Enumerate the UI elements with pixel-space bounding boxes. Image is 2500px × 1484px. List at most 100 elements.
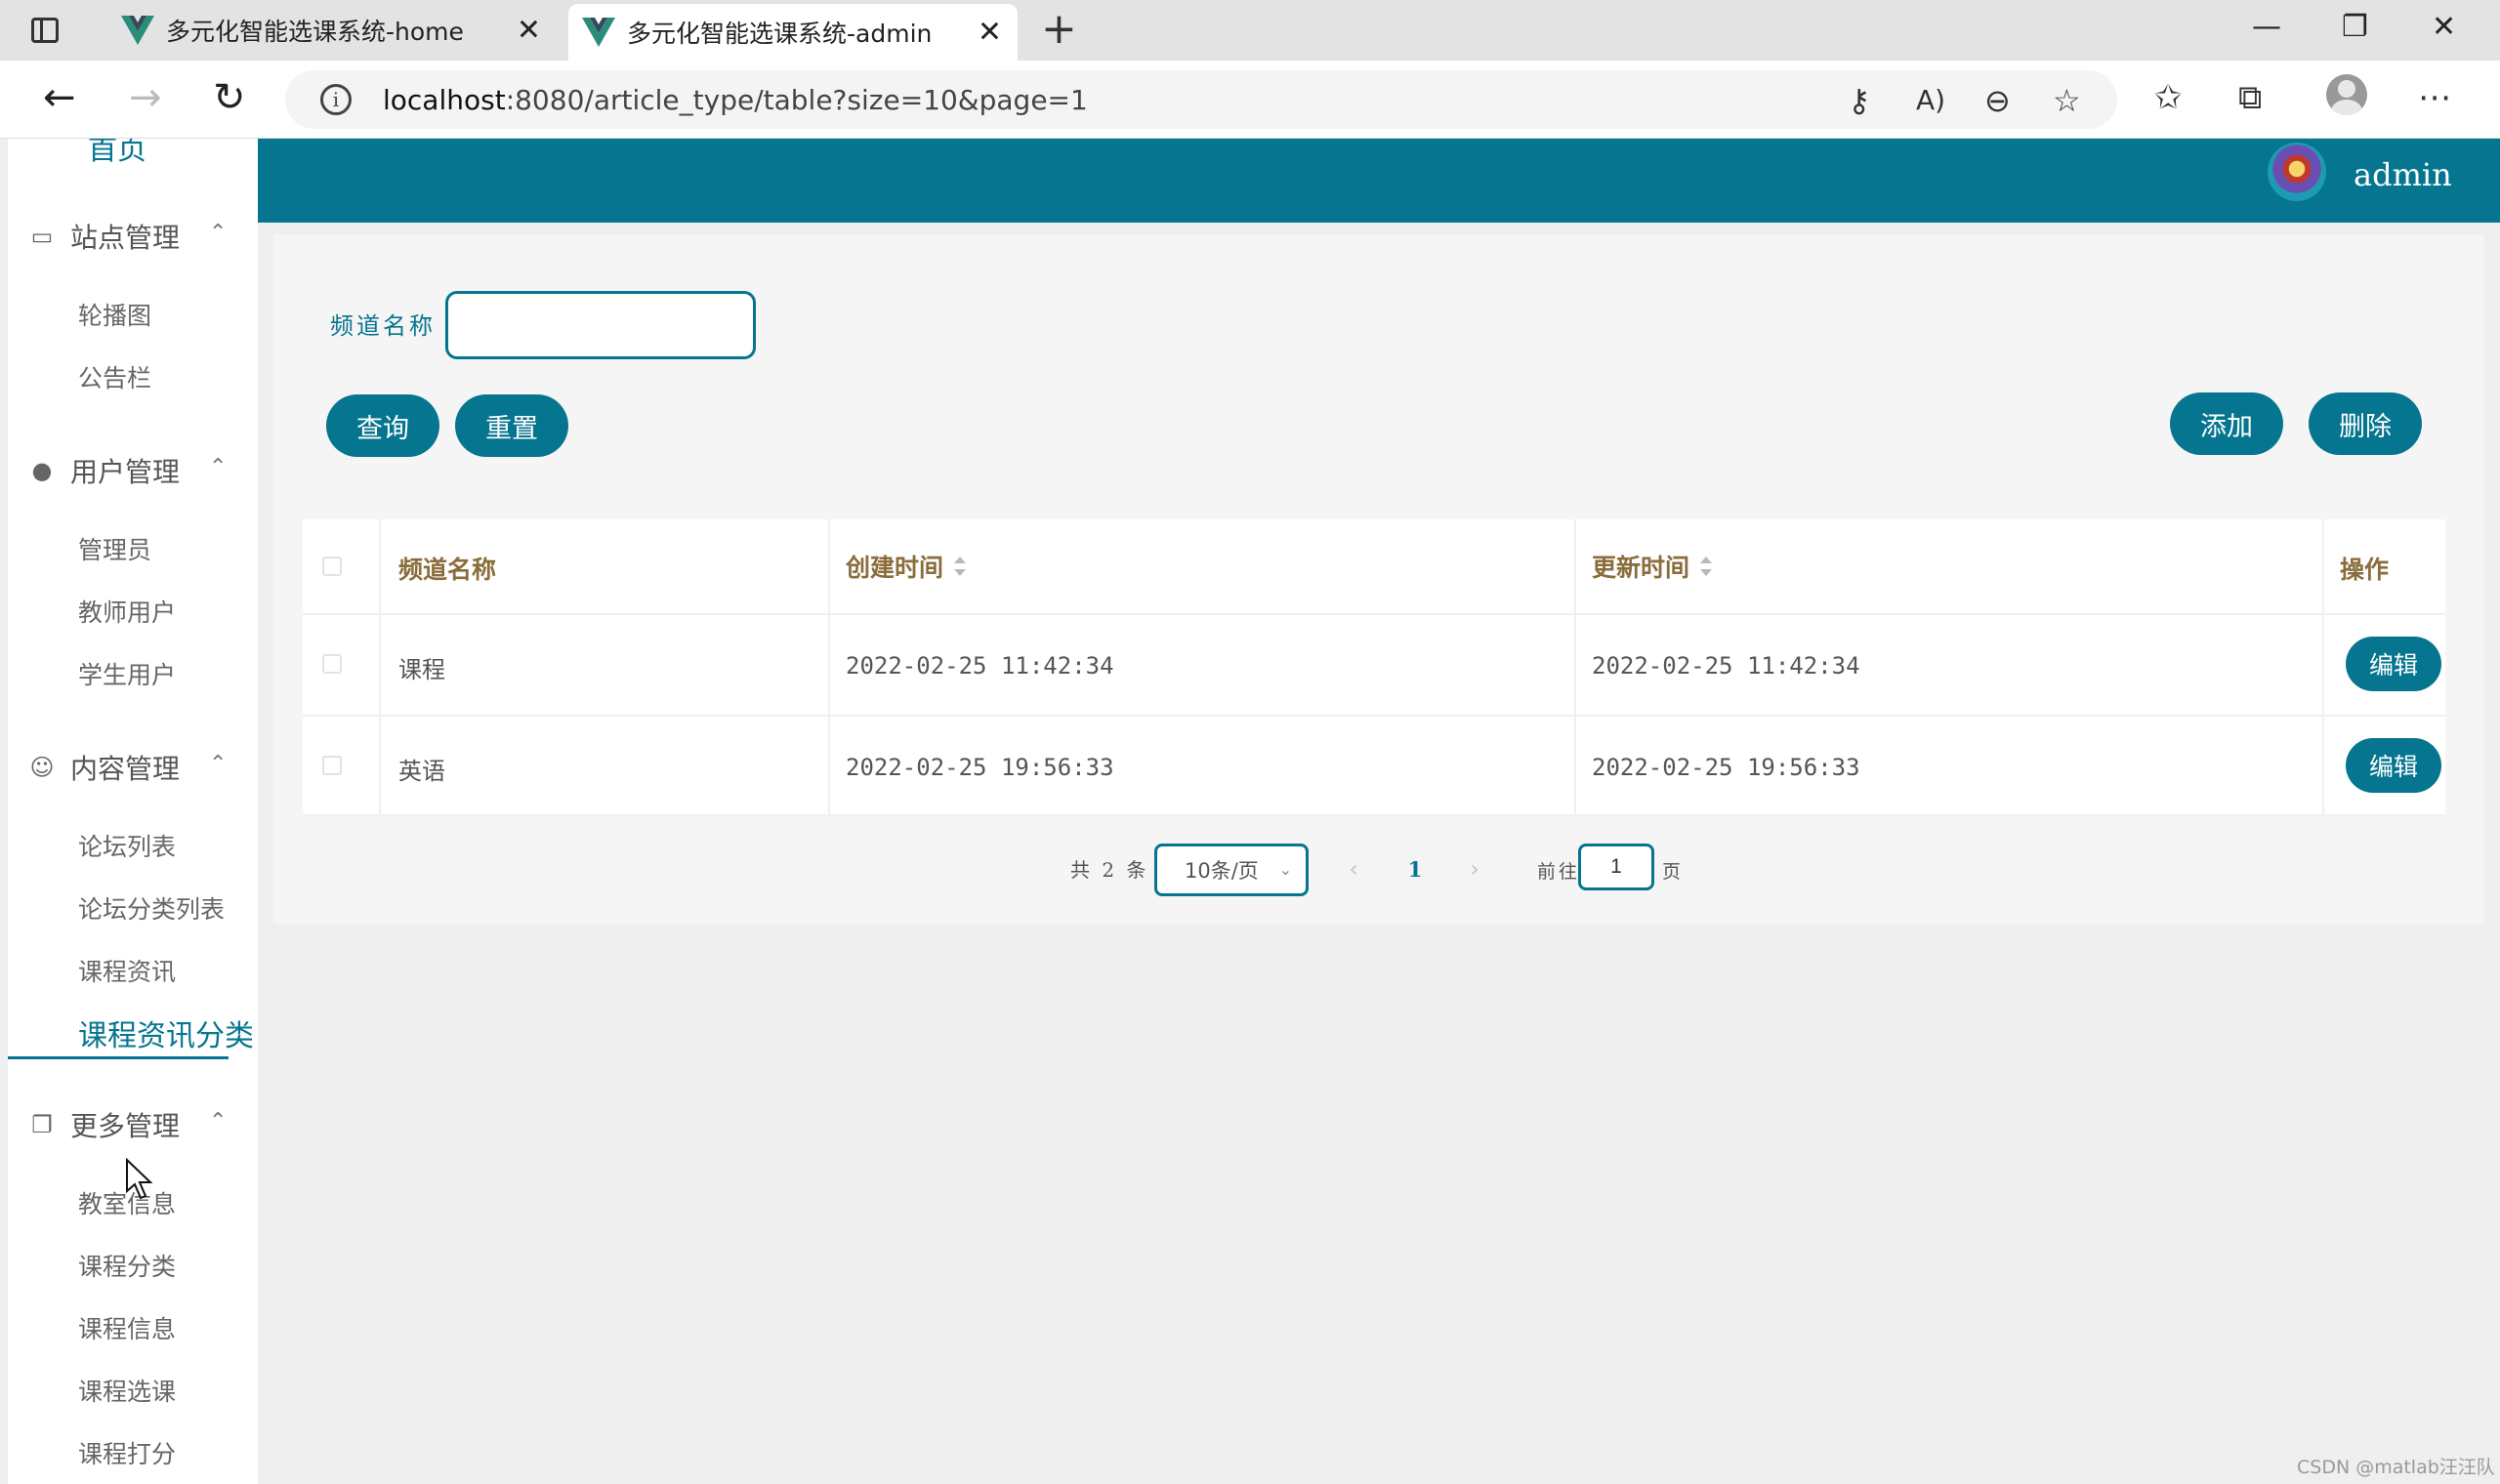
table-row: 课程 2022-02-25 11:42:34 2022-02-25 11:42:… xyxy=(303,615,2445,717)
column-divider xyxy=(1574,519,1576,816)
favorites-icon[interactable]: ✩ xyxy=(2154,78,2183,117)
address-bar[interactable]: i localhost:8080/article_type/table?size… xyxy=(285,70,2117,129)
more-icon[interactable]: ⋯ xyxy=(2418,78,2451,117)
sidebar-group-site[interactable]: ▭ 站点管理 xyxy=(29,217,180,256)
copy-icon: ❐ xyxy=(31,1111,53,1138)
column-header-channel: 频道名称 xyxy=(398,556,497,584)
edit-button[interactable]: 编辑 xyxy=(2346,637,2441,691)
sidebar-group-more[interactable]: ❐ 更多管理 xyxy=(29,1105,180,1144)
select-all-checkbox[interactable] xyxy=(322,556,342,576)
reset-button[interactable]: 重置 xyxy=(455,394,568,457)
cell-updated: 2022-02-25 11:42:34 xyxy=(1592,652,1860,680)
chevron-up-icon[interactable]: ⌃ xyxy=(209,455,227,479)
chevron-up-icon[interactable]: ⌃ xyxy=(209,221,227,245)
browser-tab-title: 多元化智能选课系统-home xyxy=(166,18,464,46)
sidebar-group-label: 用户管理 xyxy=(70,456,181,488)
sidebar-item-course-news-categories[interactable]: 课程资讯分类 xyxy=(78,1011,254,1054)
column-header-updated[interactable]: 更新时间 xyxy=(1592,549,1713,584)
sidebar-group-users[interactable]: ● 用户管理 xyxy=(29,451,181,490)
minimize-icon[interactable]: — xyxy=(2252,10,2281,44)
refresh-icon[interactable]: ↻ xyxy=(213,76,246,119)
chevron-up-icon[interactable]: ⌃ xyxy=(209,1109,227,1134)
vue-logo-icon xyxy=(582,18,615,47)
monitor-icon: ▭ xyxy=(30,223,54,250)
add-button[interactable]: 添加 xyxy=(2170,392,2283,455)
add-favorite-icon[interactable]: ☆ xyxy=(2053,82,2081,119)
cell-updated: 2022-02-25 19:56:33 xyxy=(1592,754,1860,781)
page-number-current[interactable]: 1 xyxy=(1387,847,1443,890)
app-header xyxy=(258,139,2500,223)
pagination-total: 共 2 条 xyxy=(1070,858,1149,882)
sidebar-item-forum-list[interactable]: 论坛列表 xyxy=(78,828,176,863)
zoom-out-icon[interactable]: ⊖ xyxy=(1984,82,2011,119)
site-info-icon[interactable]: i xyxy=(320,84,352,115)
address-toolbar: ← → ↻ i localhost:8080/article_type/tabl… xyxy=(0,61,2500,139)
page-size-value: 10条/页 xyxy=(1185,859,1259,883)
sidebar-item-students[interactable]: 学生用户 xyxy=(78,656,176,691)
sidebar-item-course-news[interactable]: 课程资讯 xyxy=(78,953,176,988)
read-aloud-icon[interactable]: A) xyxy=(1916,84,1945,116)
cell-channel: 英语 xyxy=(398,758,445,785)
new-tab-icon[interactable]: + xyxy=(1041,8,1077,51)
delete-button[interactable]: 删除 xyxy=(2309,392,2422,455)
sidebar-group-label: 更多管理 xyxy=(70,1110,181,1142)
row-checkbox[interactable] xyxy=(322,654,342,674)
goto-label: 前往 xyxy=(1537,861,1581,883)
next-page-button[interactable]: › xyxy=(1453,847,1496,890)
page-size-select[interactable]: 10条/页 ⌄ xyxy=(1154,844,1309,896)
tab-actions-icon[interactable] xyxy=(29,14,62,47)
back-icon[interactable]: ← xyxy=(43,76,76,119)
restore-icon[interactable]: ❐ xyxy=(2342,10,2368,44)
sidebar-item-carousel[interactable]: 轮播图 xyxy=(78,297,151,332)
user-icon: ● xyxy=(31,457,53,484)
row-checkbox[interactable] xyxy=(322,756,342,775)
browser-tab-strip: 多元化智能选课系统-home ✕ 多元化智能选课系统-admin ✕ + — ❐… xyxy=(0,0,2500,61)
sidebar-item-forum-categories[interactable]: 论坛分类列表 xyxy=(78,890,225,926)
avatar[interactable] xyxy=(2268,143,2326,201)
sidebar-item-course-rating[interactable]: 课程打分 xyxy=(78,1435,176,1470)
sidebar-item-admins[interactable]: 管理员 xyxy=(78,531,151,566)
edit-button[interactable]: 编辑 xyxy=(2346,738,2441,793)
goto-page-input[interactable] xyxy=(1578,844,1654,890)
cell-created: 2022-02-25 19:56:33 xyxy=(846,754,1114,781)
column-header-created[interactable]: 创建时间 xyxy=(846,549,967,584)
column-divider xyxy=(828,519,830,816)
sidebar-item-home[interactable]: 首页 xyxy=(88,139,146,168)
url-text[interactable]: localhost:8080/article_type/table?size=1… xyxy=(383,84,1088,116)
sidebar-item-teachers[interactable]: 教师用户 xyxy=(78,594,176,629)
sort-icon[interactable] xyxy=(1699,556,1713,576)
chevron-up-icon[interactable]: ⌃ xyxy=(209,752,227,776)
window-close-icon[interactable]: ✕ xyxy=(2432,10,2456,44)
data-table: 频道名称 创建时间 更新时间 操作 课程 2022-02-25 11:42:34… xyxy=(303,519,2445,816)
table-header-row: 频道名称 创建时间 更新时间 操作 xyxy=(303,519,2445,615)
collections-icon[interactable]: ⧉ xyxy=(2238,78,2262,117)
channel-name-input[interactable] xyxy=(445,291,756,359)
cell-channel: 课程 xyxy=(398,656,445,683)
column-header-actions: 操作 xyxy=(2340,556,2390,584)
vue-logo-icon xyxy=(121,16,154,45)
column-divider xyxy=(2322,519,2324,816)
close-tab-icon[interactable]: ✕ xyxy=(517,14,541,48)
mouse-cursor-icon xyxy=(126,1158,153,1200)
watermark: CSDN @matlab汪汪队 xyxy=(2297,1457,2495,1478)
sidebar-item-notice[interactable]: 公告栏 xyxy=(78,359,151,394)
prev-page-button[interactable]: ‹ xyxy=(1332,847,1375,890)
close-tab-icon[interactable]: ✕ xyxy=(978,16,1002,50)
browser-tab-admin[interactable]: 多元化智能选课系统-admin ✕ xyxy=(568,4,1018,61)
forward-icon[interactable]: → xyxy=(129,76,162,119)
chevron-down-icon: ⌄ xyxy=(1278,860,1292,879)
query-button[interactable]: 查询 xyxy=(326,394,439,457)
browser-tab-home[interactable]: 多元化智能选课系统-home ✕ xyxy=(107,0,557,61)
sidebar-group-content[interactable]: ☺ 内容管理 xyxy=(29,748,180,787)
sidebar: 首页 ▭ 站点管理 ⌃ 轮播图 公告栏 ● 用户管理 ⌃ 管理员 教师用户 学生… xyxy=(8,139,258,1484)
username[interactable]: admin xyxy=(2354,156,2452,193)
sort-icon[interactable] xyxy=(953,556,967,576)
sidebar-group-label: 站点管理 xyxy=(70,222,181,254)
sidebar-item-course-selection[interactable]: 课程选课 xyxy=(78,1373,176,1408)
cell-created: 2022-02-25 11:42:34 xyxy=(846,652,1114,680)
sidebar-item-course-categories[interactable]: 课程分类 xyxy=(78,1248,176,1283)
key-icon[interactable]: ⚷ xyxy=(1848,82,1870,119)
profile-icon[interactable] xyxy=(2326,74,2367,115)
browser-tab-title: 多元化智能选课系统-admin xyxy=(627,20,933,48)
sidebar-item-course-info[interactable]: 课程信息 xyxy=(78,1310,176,1345)
